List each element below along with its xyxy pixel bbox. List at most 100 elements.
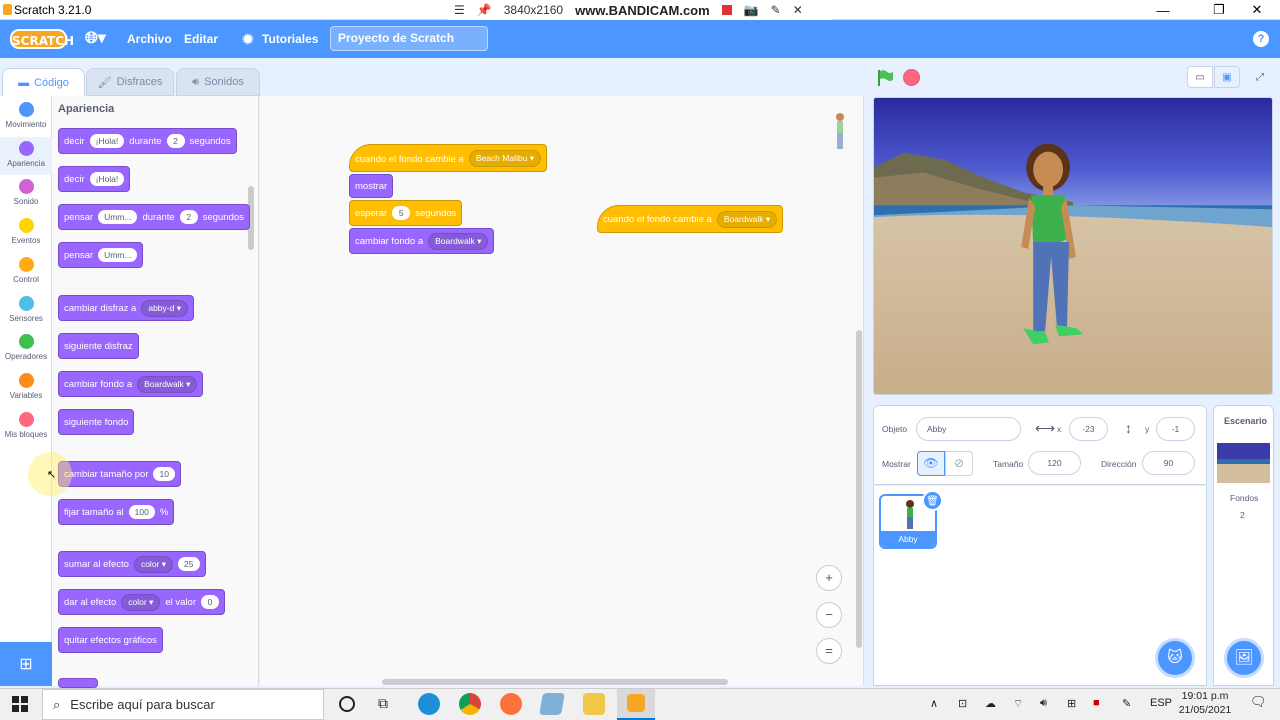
tab-costumes[interactable]: 🖌︎ Disfraces [86, 68, 174, 96]
menu-tutoriales[interactable]: Tutoriales [262, 20, 318, 58]
block-think-for[interactable]: pensar Umm... durante 2 segundos [58, 204, 250, 230]
category-mis-bloques[interactable]: Mis bloques [0, 408, 52, 446]
block-say-for[interactable]: decir ¡Hola! durante 2 segundos [58, 128, 237, 154]
script1-hat-block[interactable]: cuando el fondo cambie a Beach Malibu [349, 144, 547, 172]
stage-canvas[interactable] [873, 97, 1273, 395]
code-horizontal-scrollbar[interactable] [382, 679, 728, 685]
small-stage-button[interactable]: ▭ [1187, 66, 1213, 88]
pin-icon[interactable]: 📌 [477, 3, 492, 17]
think-message-input[interactable]: Umm... [98, 248, 138, 262]
size-input[interactable]: 120 [1028, 451, 1081, 475]
fullscreen-button[interactable]: ⤢ [1247, 66, 1273, 88]
tray-extra-icon[interactable]: ⊞ [1067, 697, 1076, 710]
app-icon[interactable] [539, 693, 565, 715]
onedrive-icon[interactable]: ☁ [985, 697, 996, 710]
say-message-input[interactable]: ¡Hola! [89, 172, 125, 186]
script2-hat-block[interactable]: cuando el fondo cambie a Boardwalk [597, 205, 784, 233]
script1-switch-backdrop-block[interactable]: cambiar fondo a Boardwalk [349, 228, 495, 254]
tray-chevron-icon[interactable]: ∧ [930, 697, 938, 710]
network-icon[interactable]: ⌔ [1013, 697, 1023, 711]
size-change-input[interactable]: 10 [153, 467, 175, 481]
script1-show-block[interactable]: mostrar [349, 174, 394, 198]
edge-icon[interactable] [418, 693, 440, 715]
code-vertical-scrollbar[interactable] [856, 330, 862, 648]
category-variables[interactable]: Variables [0, 369, 52, 407]
say-message-input[interactable]: ¡Hola! [89, 134, 125, 148]
camera-icon[interactable]: 📷 [744, 3, 759, 17]
pencil-icon[interactable]: ✎ [771, 3, 781, 17]
scratch-logo[interactable]: SCRATCH [10, 29, 74, 49]
file-explorer-icon[interactable] [583, 693, 605, 715]
backdrop-dropdown[interactable]: Boardwalk [428, 232, 489, 250]
zoom-in-button[interactable]: + [816, 565, 842, 591]
block-think[interactable]: pensar Umm... [58, 242, 144, 268]
pen-icon[interactable]: ✎ [1122, 697, 1131, 710]
direction-input[interactable]: 90 [1142, 451, 1195, 475]
backdrop-dropdown[interactable]: Boardwalk [716, 210, 778, 228]
taskbar-search-box[interactable]: ⌕ Escribe aquí para buscar [42, 689, 324, 720]
block-clear-effects[interactable]: quitar efectos gráficos [58, 627, 163, 653]
zoom-reset-button[interactable]: = [816, 638, 842, 664]
effect-dropdown[interactable]: color [133, 555, 174, 573]
taskbar-clock[interactable]: 19:01 p.m 21/05/2021 [1176, 689, 1234, 717]
notifications-icon[interactable]: 🗨︎ [1250, 694, 1267, 710]
green-flag-icon[interactable] [876, 69, 894, 87]
help-icon[interactable]: ? [1253, 31, 1269, 47]
stop-button[interactable] [903, 69, 920, 86]
y-input[interactable]: -1 [1156, 417, 1195, 441]
close-window-button[interactable]: ✕ [1234, 0, 1280, 20]
block-say[interactable]: decir ¡Hola! [58, 166, 131, 192]
think-seconds-input[interactable]: 2 [179, 210, 198, 224]
zoom-out-button[interactable]: − [816, 602, 842, 628]
globe-icon[interactable]: 🌐︎▾ [85, 20, 106, 58]
script1-wait-block[interactable]: esperar 5 segundos [349, 200, 463, 226]
firefox-icon[interactable] [500, 693, 522, 715]
wait-seconds-input[interactable]: 5 [392, 206, 411, 220]
block-switch-costume[interactable]: cambiar disfraz a abby-d [58, 295, 194, 321]
volume-icon[interactable]: 🔊︎ [1040, 697, 1047, 710]
menu-archivo[interactable]: Archivo [127, 20, 172, 58]
category-apariencia[interactable]: Apariencia [0, 136, 52, 175]
effect-value-input[interactable]: 0 [201, 595, 219, 609]
add-backdrop-button[interactable]: 🖼︎ [1224, 638, 1264, 678]
backdrop-dropdown[interactable]: Beach Malibu [468, 149, 541, 167]
think-message-input[interactable]: Umm... [98, 210, 138, 224]
block-set-size[interactable]: fijar tamaño al 100% [58, 499, 175, 525]
tray-app-icon[interactable]: ⊡ [958, 697, 967, 710]
tab-code[interactable]: ▬ Código [2, 68, 85, 97]
scratch-taskbar-button[interactable] [617, 689, 655, 720]
minimize-button[interactable]: — [1140, 0, 1186, 20]
category-operadores[interactable]: Operadores [0, 330, 52, 368]
tab-sounds[interactable]: 🔊︎ Sonidos [176, 68, 260, 96]
backdrop-dropdown[interactable]: Boardwalk [137, 375, 198, 393]
size-input[interactable]: 100 [128, 505, 155, 519]
backdrop-thumbnail[interactable] [1217, 443, 1270, 483]
chrome-icon[interactable] [459, 693, 481, 715]
block-change-effect[interactable]: sumar al efectocolor25 [58, 551, 206, 577]
block-next-backdrop[interactable]: siguiente fondo [58, 409, 135, 435]
hide-eye-icon[interactable]: ⊘ [945, 451, 973, 476]
menu-icon[interactable]: ☰ [454, 3, 465, 17]
block-partial[interactable] [58, 678, 98, 688]
category-sensores[interactable]: Sensores [0, 292, 52, 330]
x-input[interactable]: -23 [1069, 417, 1108, 441]
block-set-effect[interactable]: dar al efectocolorel valor0 [58, 589, 225, 615]
block-change-size[interactable]: cambiar tamaño por 10 [58, 461, 181, 487]
category-control[interactable]: Control [0, 253, 52, 291]
add-sprite-button[interactable]: 🐱︎ [1155, 638, 1195, 678]
block-next-costume[interactable]: siguiente disfraz [58, 333, 139, 359]
menu-editar[interactable]: Editar [184, 20, 218, 58]
close-recorder-icon[interactable]: ✕ [793, 3, 803, 17]
bandicam-tray-icon[interactable]: ■ [1093, 697, 1100, 709]
effect-dropdown[interactable]: color [121, 593, 161, 611]
effect-amount-input[interactable]: 25 [178, 557, 200, 571]
project-title-input[interactable]: Proyecto de Scratch [330, 26, 488, 51]
task-view-icon[interactable]: ⧉ [378, 695, 388, 712]
category-eventos[interactable]: Eventos [0, 214, 52, 252]
category-sonido[interactable]: Sonido [0, 175, 52, 213]
windows-start-icon[interactable] [12, 696, 28, 712]
language-indicator[interactable]: ESP [1150, 697, 1172, 709]
cortana-icon[interactable] [339, 696, 355, 712]
show-eye-icon[interactable]: 👁︎ [917, 451, 945, 476]
say-seconds-input[interactable]: 2 [166, 134, 185, 148]
